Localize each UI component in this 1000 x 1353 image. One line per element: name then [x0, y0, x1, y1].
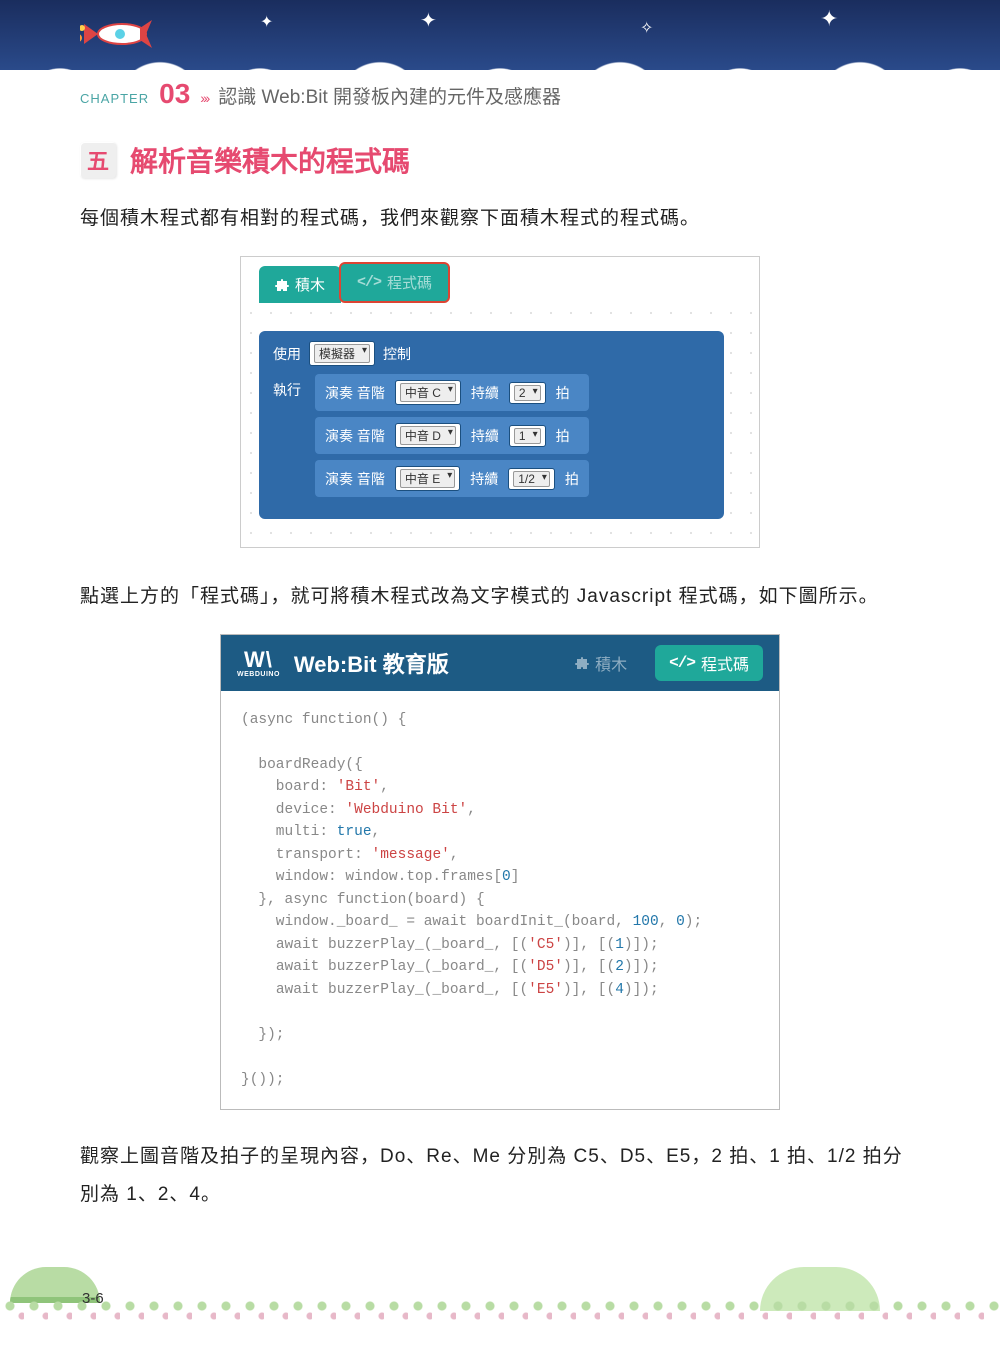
beat-dropdown[interactable]: 1/2	[513, 471, 550, 487]
tab-blocks[interactable]: 積木	[259, 266, 341, 303]
code-icon: </>	[357, 274, 381, 291]
duration-label: 持續	[470, 469, 498, 489]
section-title: 解析音樂積木的程式碼	[130, 140, 410, 180]
play-label: 演奏 音階	[325, 426, 385, 446]
play-label: 演奏 音階	[325, 469, 385, 489]
note-dropdown[interactable]: 中音 D	[400, 426, 456, 445]
chapter-label: CHAPTER	[80, 91, 149, 106]
play-note-block[interactable]: 演奏 音階 中音 D 持續 1 拍	[315, 417, 589, 454]
code-listing: (async function() { boardReady({ board: …	[221, 691, 779, 1109]
tab-blocks-label: 積木	[295, 274, 325, 295]
tab-code-label: 程式碼	[387, 272, 432, 293]
duration-label: 持續	[471, 383, 499, 403]
code-editor-screenshot: W\ WEBDUINO Web:Bit 教育版 積木 </> 程式碼 (asyn…	[220, 634, 780, 1110]
play-note-block[interactable]: 演奏 音階 中音 C 持續 2 拍	[315, 374, 589, 411]
block-canvas: 使用 模擬器 控制 執行 演奏 音階 中音 C 持續 2 拍	[241, 303, 759, 547]
control-block[interactable]: 使用 模擬器 控制 執行 演奏 音階 中音 C 持續 2 拍	[259, 331, 724, 519]
page-number: 3-6	[82, 1290, 104, 1307]
code-editor-header: W\ WEBDUINO Web:Bit 教育版 積木 </> 程式碼	[221, 635, 779, 691]
app-title: Web:Bit 教育版	[294, 647, 449, 679]
beat-label: 拍	[556, 383, 570, 403]
tab-code-label: 程式碼	[701, 651, 749, 675]
paragraph: 點選上方的「程式碼」，就可將積木程式改為文字模式的 Javascript 程式碼…	[80, 578, 920, 616]
chapter-header: CHAPTER 03 ››› 認識 Web:Bit 開發板內建的元件及感應器	[80, 78, 561, 110]
dots-decoration	[0, 1309, 1000, 1323]
puzzle-icon	[275, 278, 289, 292]
paragraph: 觀察上圖音階及拍子的呈現內容，Do、Re、Me 分別為 C5、D5、E5，2 拍…	[80, 1138, 920, 1214]
beat-label: 拍	[565, 469, 579, 489]
note-dropdown[interactable]: 中音 C	[400, 383, 456, 402]
note-dropdown[interactable]: 中音 E	[400, 469, 455, 488]
device-dropdown[interactable]: 模擬器	[314, 344, 370, 363]
tab-code[interactable]: </> 程式碼	[339, 262, 450, 303]
beat-label: 拍	[556, 426, 570, 446]
section-number-badge: 五	[80, 142, 116, 178]
chapter-number: 03	[159, 78, 190, 110]
tab-blocks-label: 積木	[595, 651, 627, 675]
beat-dropdown[interactable]: 2	[514, 385, 541, 401]
tab-code[interactable]: </> 程式碼	[655, 645, 763, 681]
play-label: 演奏 音階	[325, 383, 385, 403]
paragraph: 每個積木程式都有相對的程式碼，我們來觀察下面積木程式的程式碼。	[80, 200, 920, 238]
puzzle-icon	[575, 656, 589, 670]
label-run: 執行	[273, 374, 301, 400]
section-header: 五 解析音樂積木的程式碼	[80, 140, 920, 180]
tab-blocks[interactable]: 積木	[561, 645, 641, 681]
block-editor-screenshot: 積木 </> 程式碼 使用 模擬器 控制 執行 演奏 音階	[240, 256, 760, 548]
chevron-right-icon: ›››	[200, 90, 208, 106]
page-footer-decoration	[0, 1253, 1000, 1323]
rocket-icon	[80, 10, 160, 60]
code-icon: </>	[669, 654, 695, 672]
beat-dropdown[interactable]: 1	[514, 428, 541, 444]
label-control: 控制	[383, 344, 411, 364]
chapter-title: 認識 Web:Bit 開發板內建的元件及感應器	[218, 82, 561, 109]
label-use: 使用	[273, 344, 301, 364]
webduino-logo: W\ WEBDUINO	[237, 649, 280, 678]
play-note-block[interactable]: 演奏 音階 中音 E 持續 1/2 拍	[315, 460, 589, 497]
duration-label: 持續	[471, 426, 499, 446]
